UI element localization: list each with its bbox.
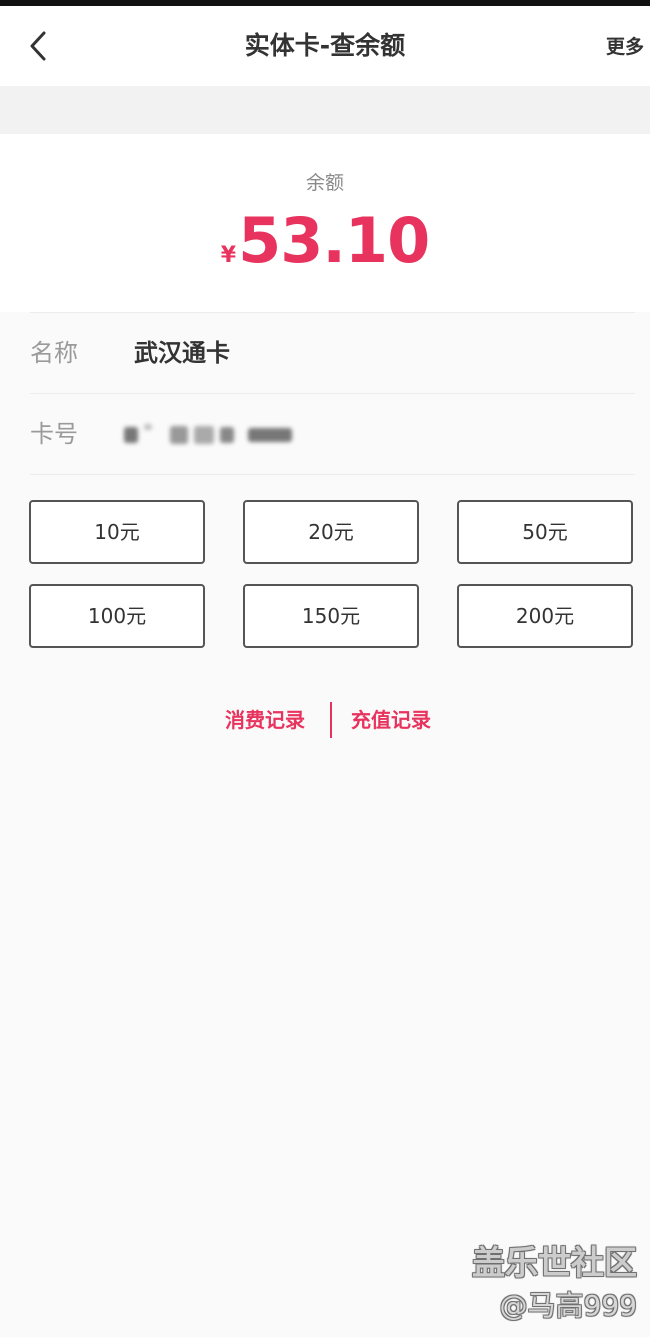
section-spacer: [0, 86, 650, 134]
watermark-author: @马高999: [499, 1289, 637, 1322]
watermark-community: 盖乐世社区: [472, 1243, 637, 1282]
recharge-option-50[interactable]: 50元: [457, 500, 633, 564]
page-title: 实体卡-查余额: [244, 31, 406, 60]
card-name-label: 名称: [30, 339, 78, 367]
card-number-row: 卡号: [30, 393, 635, 475]
card-number-redacted: [124, 424, 304, 446]
recharge-record-link[interactable]: 充值记录: [351, 700, 431, 740]
card-name-value: 武汉通卡: [134, 339, 230, 367]
card-number-label: 卡号: [30, 420, 78, 448]
balance-value: 53.10: [238, 204, 430, 277]
card-info-list: 名称 武汉通卡 卡号: [30, 312, 635, 475]
nav-bar: 实体卡-查余额 更多: [0, 6, 650, 86]
recharge-option-150[interactable]: 150元: [243, 584, 419, 648]
card-name-row: 名称 武汉通卡: [30, 312, 635, 393]
chevron-left-icon: [30, 31, 46, 61]
recharge-option-10[interactable]: 10元: [29, 500, 205, 564]
balance-panel: 余额 ¥53.10: [0, 134, 650, 312]
more-button[interactable]: 更多: [606, 30, 644, 64]
consumption-record-link[interactable]: 消费记录: [225, 700, 305, 740]
back-button[interactable]: [18, 22, 58, 70]
recharge-option-200[interactable]: 200元: [457, 584, 633, 648]
recharge-option-20[interactable]: 20元: [243, 500, 419, 564]
balance-label: 余额: [305, 172, 344, 194]
record-links: 消费记录 充值记录: [0, 700, 650, 740]
currency-symbol: ¥: [220, 243, 237, 268]
balance-amount: ¥53.10: [0, 204, 650, 277]
recharge-option-100[interactable]: 100元: [29, 584, 205, 648]
link-divider: [330, 702, 332, 738]
